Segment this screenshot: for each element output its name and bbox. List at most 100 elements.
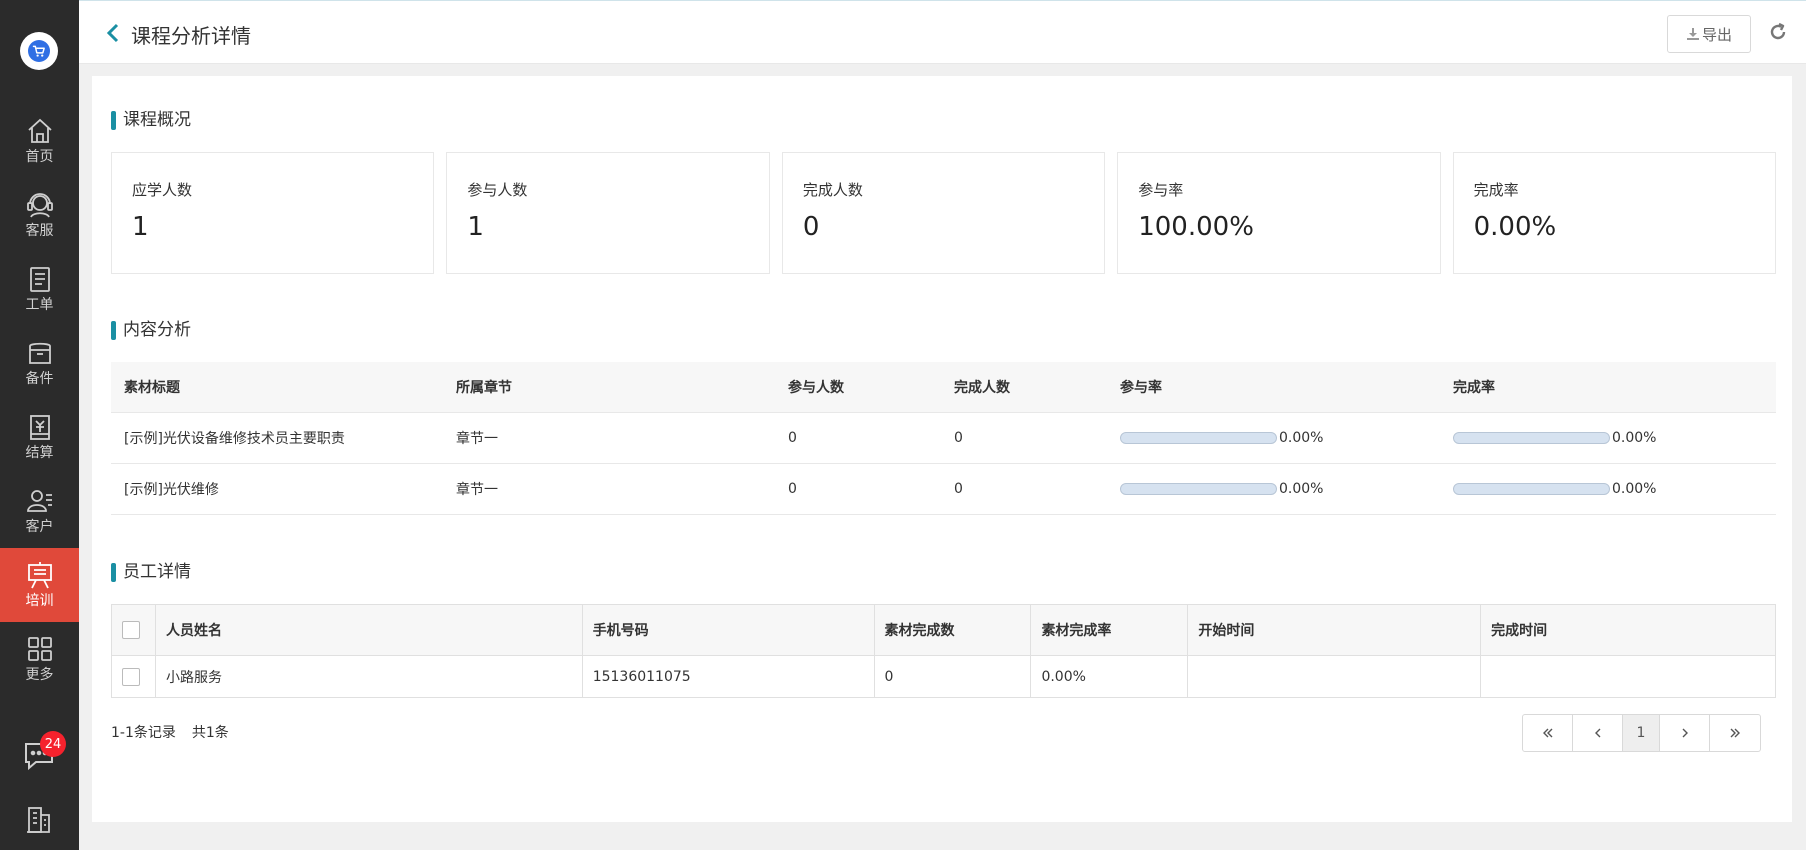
page-number-button[interactable]: 1 xyxy=(1623,715,1660,751)
materials-done: 0 xyxy=(874,655,1032,698)
main-panel: 课程概况 应学人数 1 参与人数 1 完成人数 0 参与率 100.00% 完成… xyxy=(92,76,1792,822)
column-header: 手机号码 xyxy=(582,604,875,656)
column-header: 素材标题 xyxy=(111,362,443,413)
next-page-button[interactable] xyxy=(1660,715,1710,751)
column-header: 人员姓名 xyxy=(155,604,583,656)
sidebar-item-workorder[interactable]: 工单 xyxy=(0,252,79,326)
stat-value: 1 xyxy=(132,212,149,242)
sidebar-item-label: 更多 xyxy=(25,667,54,683)
record-total: 共1条 xyxy=(191,725,229,741)
participation-progress-bar xyxy=(1120,482,1277,495)
staff-table: 人员姓名 手机号码 素材完成数 素材完成率 开始时间 完成时间 小路服务 151… xyxy=(111,604,1776,698)
completed: 0 xyxy=(941,463,1107,515)
participants: 0 xyxy=(775,412,941,464)
record-summary: 1-1条记录 共1条 xyxy=(111,722,245,742)
chevron-right-icon xyxy=(1682,728,1688,738)
table-row: [示例]光伏维修 章节一 0 0 0.00% 0.00% xyxy=(111,463,1776,515)
sidebar-item-settlement[interactable]: 结算 xyxy=(0,400,79,474)
sidebar-item-home[interactable]: 首页 xyxy=(0,104,79,178)
materials-rate: 0.00% xyxy=(1030,655,1189,698)
sidebar-item-parts[interactable]: 备件 xyxy=(0,326,79,400)
stat-label: 参与人数 xyxy=(467,181,528,199)
stat-label: 完成人数 xyxy=(802,181,863,199)
logo[interactable] xyxy=(20,32,58,70)
grid-icon xyxy=(27,637,52,661)
chapter: 章节一 xyxy=(443,412,775,464)
staff-section-title: 员工详情 xyxy=(111,562,191,582)
completed: 0 xyxy=(941,412,1107,464)
pagination: 1 xyxy=(1522,714,1761,752)
download-icon xyxy=(1686,28,1699,40)
content-section-title: 内容分析 xyxy=(111,320,191,340)
double-chevron-left-icon xyxy=(1542,728,1552,738)
column-header: 参与率 xyxy=(1107,362,1440,413)
stat-label: 参与率 xyxy=(1138,181,1184,199)
sidebar-item-label: 首页 xyxy=(25,149,54,165)
overview-cards: 应学人数 1 参与人数 1 完成人数 0 参与率 100.00% 完成率 0.0… xyxy=(111,152,1777,274)
staff-phone: 15136011075 xyxy=(582,655,875,698)
sidebar-item-training[interactable]: 培训 xyxy=(0,548,79,622)
row-checkbox[interactable] xyxy=(122,667,140,686)
back-chevron-icon[interactable] xyxy=(105,23,121,43)
column-header: 开始时间 xyxy=(1187,604,1482,656)
participation-cell: 0.00% xyxy=(1107,412,1440,464)
participation-rate: 0.00% xyxy=(1279,480,1324,497)
participation-cell: 0.00% xyxy=(1107,463,1440,515)
export-button[interactable]: 导出 xyxy=(1667,15,1751,53)
last-page-button[interactable] xyxy=(1710,715,1760,751)
end-time xyxy=(1480,655,1776,698)
sidebar-item-service[interactable]: 客服 xyxy=(0,178,79,252)
column-header: 所属章节 xyxy=(443,362,775,413)
refresh-icon[interactable] xyxy=(1768,22,1788,42)
page-title: 课程分析详情 xyxy=(131,24,251,48)
staff-name: 小路服务 xyxy=(155,655,583,698)
table-header-row: 素材标题 所属章节 参与人数 完成人数 参与率 完成率 xyxy=(111,362,1776,413)
select-all-cell xyxy=(111,604,156,656)
completion-rate: 0.00% xyxy=(1612,429,1657,446)
training-icon xyxy=(27,562,52,589)
select-all-checkbox[interactable] xyxy=(122,621,140,639)
stat-value: 1 xyxy=(467,212,484,242)
row-select-cell xyxy=(111,655,156,698)
overview-section-title: 课程概况 xyxy=(111,110,191,130)
clipboard-icon xyxy=(29,267,50,292)
table-row: 小路服务 15136011075 0 0.00% xyxy=(111,655,1776,698)
column-header: 参与人数 xyxy=(775,362,941,413)
material-title: [示例]光伏设备维修技术员主要职责 xyxy=(111,412,443,464)
box-icon xyxy=(28,342,51,364)
participation-rate: 0.00% xyxy=(1279,429,1324,446)
headset-icon xyxy=(26,193,53,218)
completion-progress-bar xyxy=(1453,431,1610,444)
double-chevron-right-icon xyxy=(1730,728,1740,738)
stat-value: 0 xyxy=(802,212,820,242)
stat-card: 应学人数 1 xyxy=(111,152,435,274)
material-title: [示例]光伏维修 xyxy=(111,463,443,515)
chapter: 章节一 xyxy=(443,463,775,515)
sidebar-item-more[interactable]: 更多 xyxy=(0,622,79,696)
stat-card: 完成率 0.00% xyxy=(1452,152,1777,274)
cart-icon xyxy=(28,40,50,62)
sidebar-item-label: 结算 xyxy=(25,445,54,461)
column-header: 完成人数 xyxy=(941,362,1107,413)
completion-cell: 0.00% xyxy=(1440,463,1776,515)
first-page-button[interactable] xyxy=(1523,715,1573,751)
sidebar-item-label: 工单 xyxy=(25,297,54,313)
participants: 0 xyxy=(775,463,941,515)
sidebar-item-label: 客户 xyxy=(25,519,54,535)
participation-progress-bar xyxy=(1120,431,1277,444)
completion-rate: 0.00% xyxy=(1612,480,1657,497)
home-icon xyxy=(27,118,52,143)
sidebar-item-label: 备件 xyxy=(25,371,54,387)
stat-card: 参与率 100.00% xyxy=(1117,152,1441,274)
stat-label: 完成率 xyxy=(1473,181,1519,199)
receipt-icon xyxy=(29,415,50,440)
page-header: 课程分析详情 导出 xyxy=(79,0,1806,64)
column-header: 完成率 xyxy=(1440,362,1776,413)
column-header: 素材完成数 xyxy=(874,604,1032,656)
column-header: 完成时间 xyxy=(1480,604,1776,656)
sidebar-item-customer[interactable]: 客户 xyxy=(0,474,79,548)
content-table: 素材标题 所属章节 参与人数 完成人数 参与率 完成率 [示例]光伏设备维修技术… xyxy=(111,362,1776,515)
stat-card: 完成人数 0 xyxy=(781,152,1106,274)
building-icon[interactable] xyxy=(24,805,54,835)
prev-page-button[interactable] xyxy=(1573,715,1623,751)
